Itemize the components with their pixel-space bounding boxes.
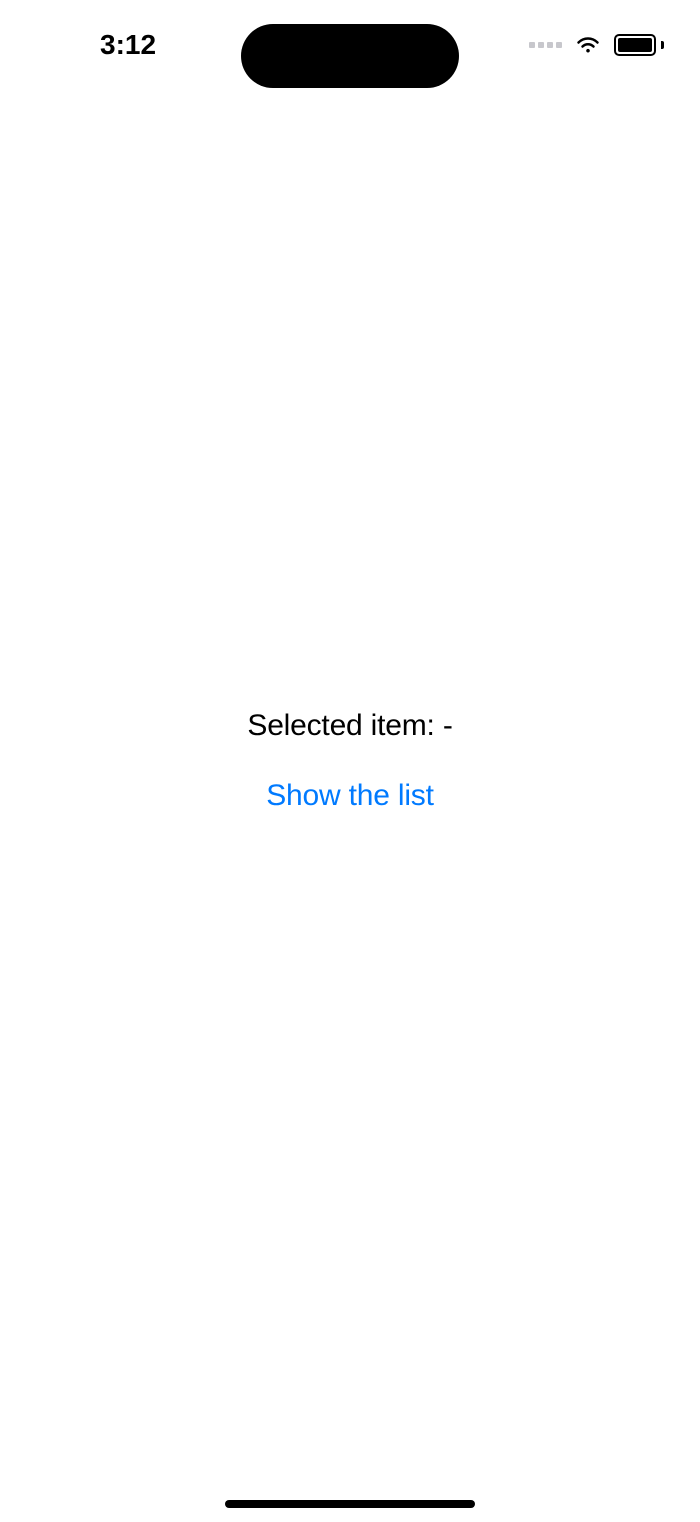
selected-item-label: Selected item: - — [247, 709, 452, 743]
home-indicator[interactable] — [225, 1500, 475, 1508]
show-list-button[interactable]: Show the list — [266, 779, 433, 813]
main-content: Selected item: - Show the list — [0, 0, 700, 1522]
